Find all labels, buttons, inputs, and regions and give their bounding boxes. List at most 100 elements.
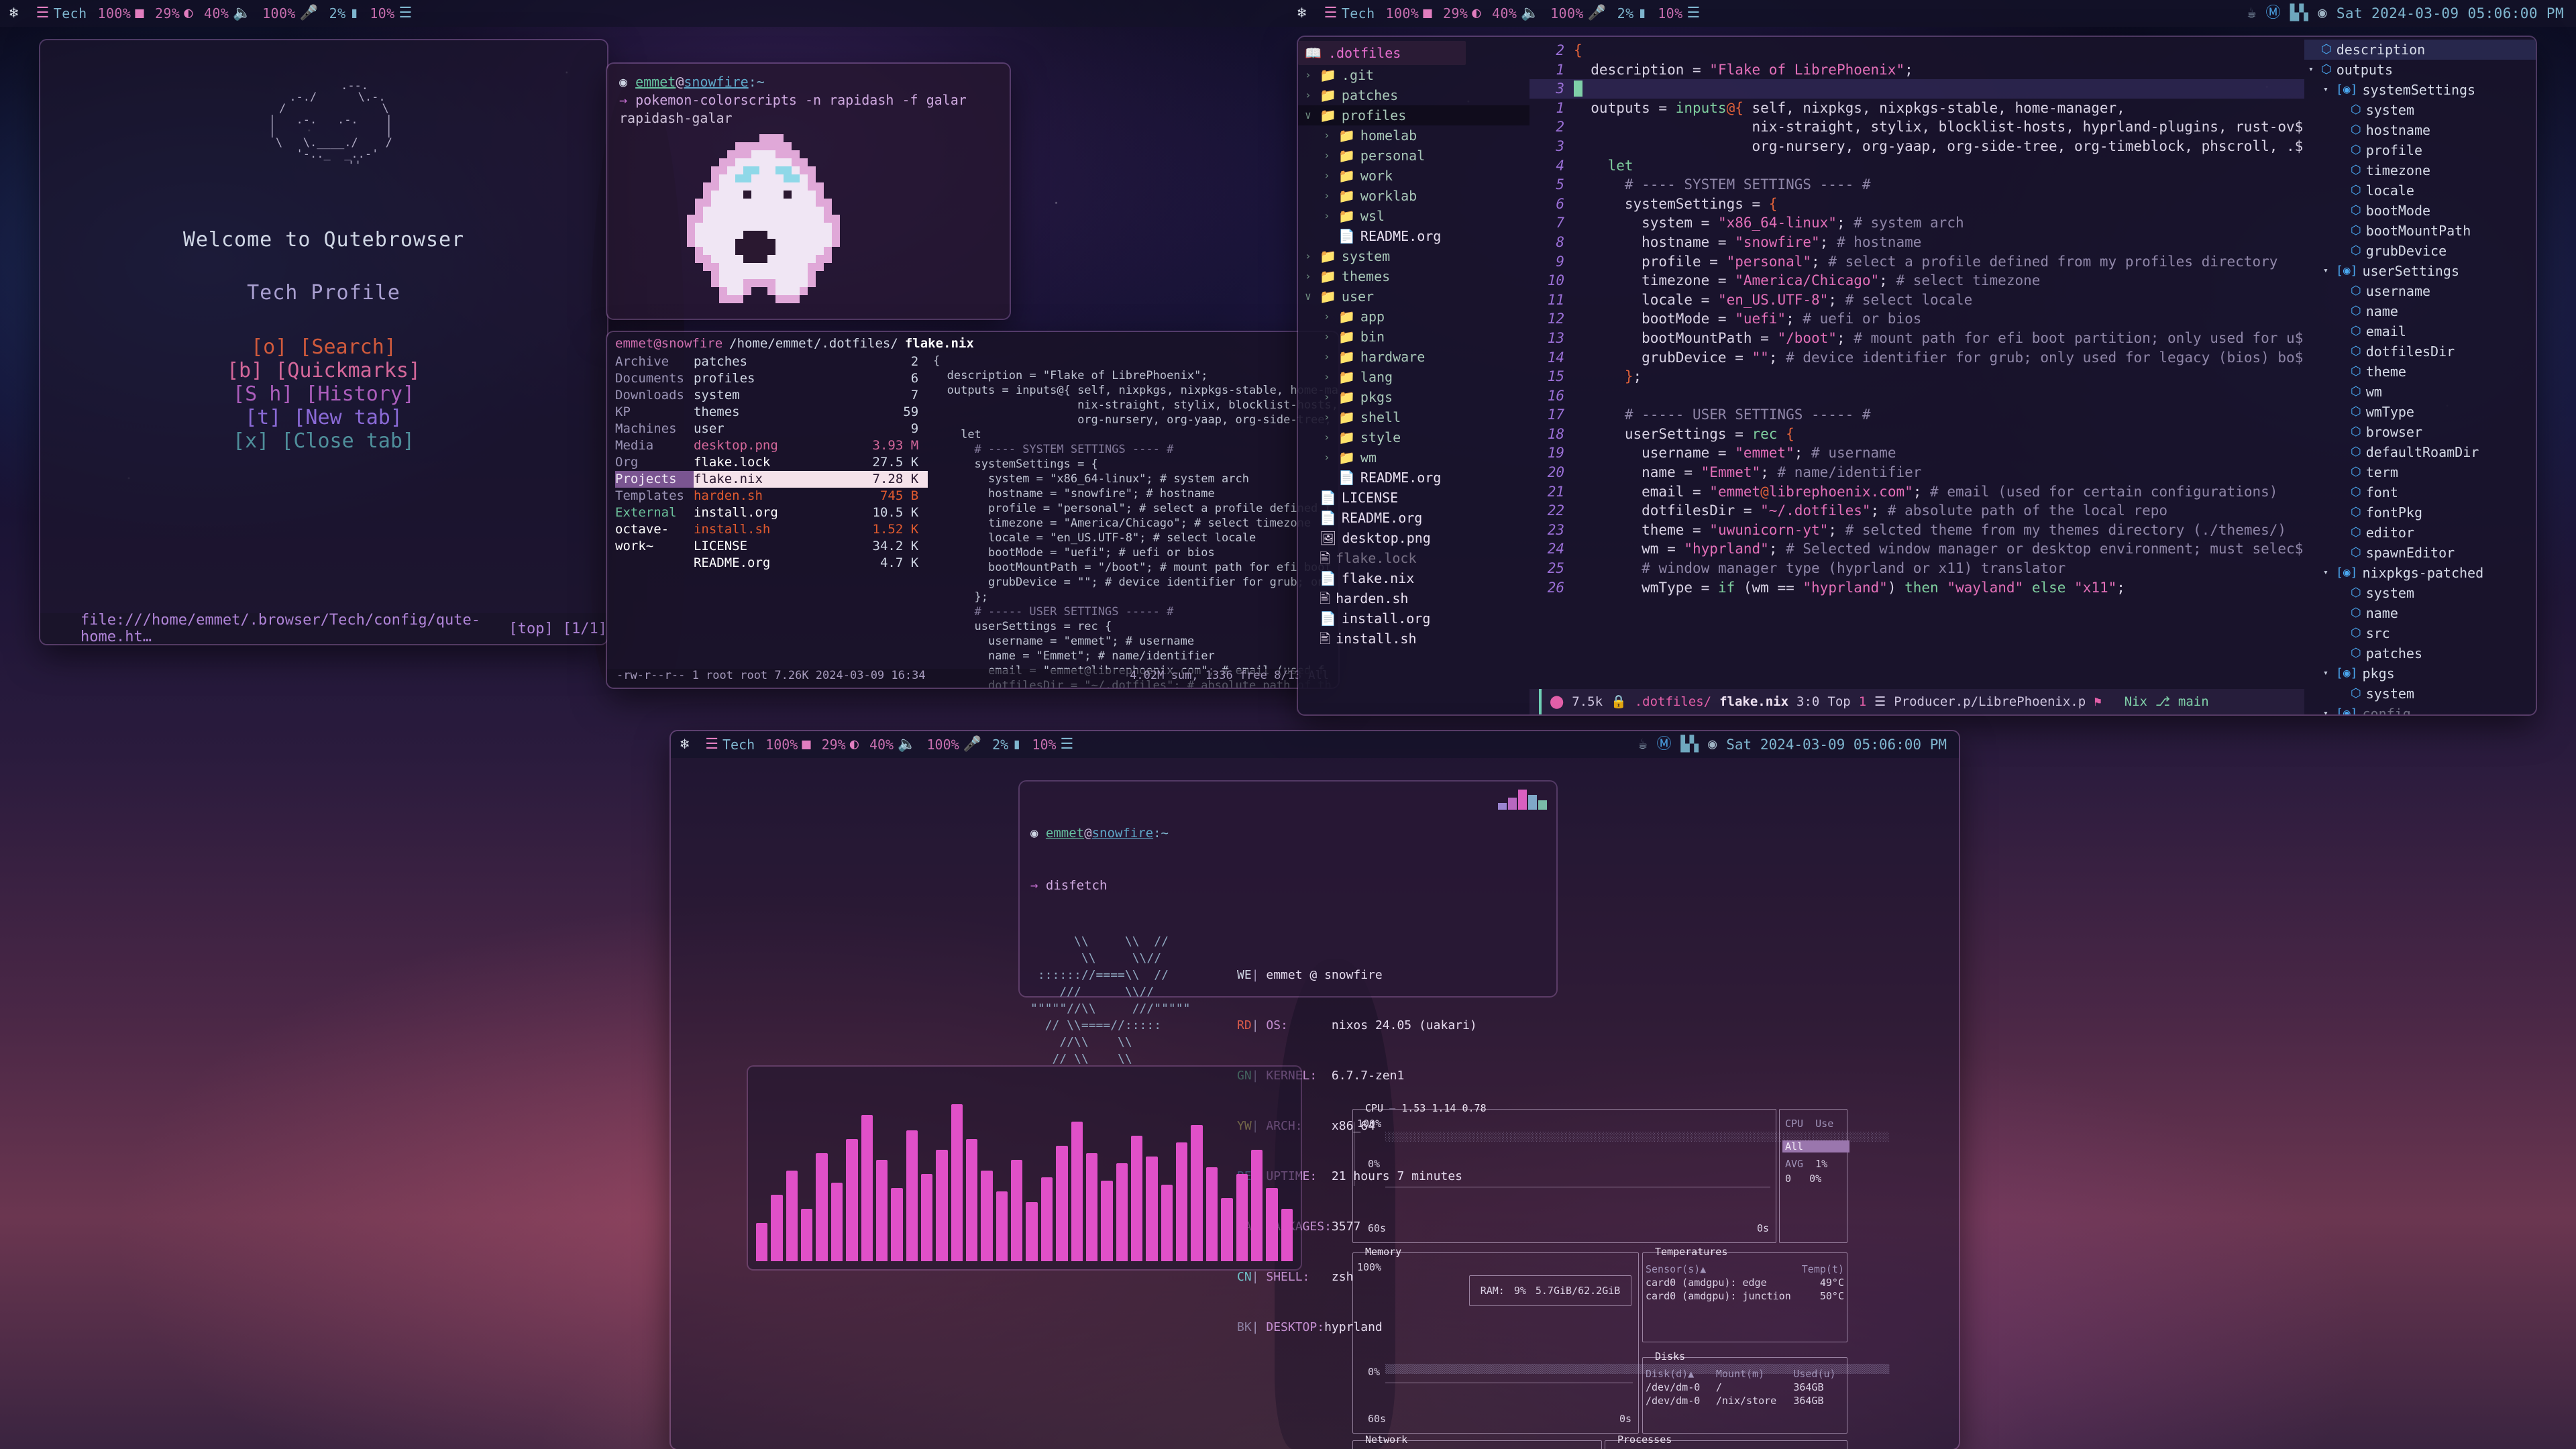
treemacs-item-readme-org[interactable]: 📄 README.org [1298, 226, 1529, 246]
ranger-parent-item[interactable]: Projects [615, 471, 694, 488]
outline-item-email[interactable]: ⬡ email [2304, 321, 2536, 341]
ranger-parent-item[interactable]: KP [615, 404, 694, 421]
treemacs-item-install-org[interactable]: 📄 install.org [1298, 608, 1529, 629]
outline-item-profile[interactable]: ⬡ profile [2304, 140, 2536, 160]
outline-item-term[interactable]: ⬡ term [2304, 462, 2536, 482]
workspace-label[interactable]: Tech [54, 5, 87, 21]
snowflake-icon-3[interactable]: ❄ [680, 737, 689, 752]
ranger-file-item[interactable]: README.org 4.7 K [694, 555, 928, 572]
outline-item-name[interactable]: ⬡ name [2304, 301, 2536, 321]
bluetooth-icon-3[interactable]: Ⓜ [1657, 737, 1672, 752]
treemacs-item-user[interactable]: ∨ 📁 user [1298, 286, 1529, 307]
outline-item-description[interactable]: ⬡ description [2304, 40, 2536, 60]
snowflake-icon-2[interactable]: ❄ [1297, 6, 1307, 21]
outline-item-dotfilesdir[interactable]: ⬡ dotfilesDir [2304, 341, 2536, 362]
chevron-down-icon[interactable]: ∨ [1305, 105, 1314, 125]
ranger-parent-item[interactable]: Documents [615, 370, 694, 387]
chevron-right-icon[interactable]: › [1305, 246, 1314, 266]
treemacs-item-hardware[interactable]: › 📁 hardware [1298, 347, 1529, 367]
chevron-right-icon[interactable]: › [1305, 85, 1314, 105]
treemacs-item-license[interactable]: 📄 LICENSE [1298, 488, 1529, 508]
chevron-right-icon[interactable]: › [1324, 166, 1333, 186]
ranger-file-item[interactable]: LICENSE 34.2 K [694, 538, 928, 555]
col-header[interactable]: Temp(t) [1798, 1263, 1847, 1276]
chevron-right-icon[interactable]: › [1324, 387, 1333, 407]
col-header[interactable]: Mount(m) [1713, 1367, 1790, 1381]
outline-item-bootmode[interactable]: ⬡ bootMode [2304, 201, 2536, 221]
outline-item-fontpkg[interactable]: ⬡ fontPkg [2304, 502, 2536, 523]
treemacs-item-wsl[interactable]: › 📁 wsl [1298, 206, 1529, 226]
emacs-treemacs-sidebar[interactable]: 📖 .dotfiles › 📁 .git › 📁 patches ∨ 📁 profiles › 📁 h… [1298, 37, 1529, 714]
disc-icon-2[interactable]: ◉ [2318, 6, 2327, 21]
treemacs-item--git[interactable]: › 📁 .git [1298, 65, 1529, 85]
treemacs-item-work[interactable]: › 📁 work [1298, 166, 1529, 186]
btop-cpu-row-all[interactable]: All [1782, 1140, 1849, 1152]
col-header[interactable]: Used(u) [1790, 1367, 1847, 1381]
outline-item-wmtype[interactable]: ⬡ wmType [2304, 402, 2536, 422]
btop-system-monitor[interactable]: CPU — 1.53 1.14 0.78 100% 0% ░░░░░░░░░░░… [1348, 1097, 1889, 1449]
no-coffee-icon-2[interactable]: ☕ [2247, 6, 2257, 21]
chevron-right-icon[interactable]: › [1324, 447, 1333, 468]
hamburger-icon-3[interactable]: ☰ [1061, 737, 1074, 752]
hamburger-icon-2[interactable]: ☰ [1687, 6, 1701, 21]
treemacs-item-harden-sh[interactable]: 🖹 harden.sh [1298, 588, 1529, 608]
ranger-file-item[interactable]: system 7 [694, 387, 928, 404]
treemacs-item-style[interactable]: › 📁 style [1298, 427, 1529, 447]
ranger-current-column[interactable]: patches 2 profiles 6 system 7 themes 59 user 9 des… [693, 354, 928, 688]
ranger-parent-item[interactable]: External [615, 504, 694, 521]
chevron-right-icon[interactable]: › [1324, 146, 1333, 166]
ranger-parent-item[interactable]: Downloads [615, 387, 694, 404]
workspace-label-2[interactable]: Tech [1342, 5, 1375, 21]
treemacs-item-personal[interactable]: › 📁 personal [1298, 146, 1529, 166]
outline-item-bootmountpath[interactable]: ⬡ bootMountPath [2304, 221, 2536, 241]
chevron-right-icon[interactable]: › [1324, 327, 1333, 347]
treemacs-item-readme-org[interactable]: 📄 README.org [1298, 508, 1529, 528]
outline-item-timezone[interactable]: ⬡ timezone [2304, 160, 2536, 180]
snowflake-icon[interactable]: ❄ [9, 6, 19, 21]
secondary-status-bar[interactable]: ❄ ☰ Tech 100% ■ 29% ◐ 40% 🔈 100% 🎤 2% ▮ 10% ☰ … [671, 731, 1959, 758]
disc-icon-3[interactable]: ◉ [1708, 737, 1717, 752]
status-bar-secondary[interactable]: ❄ ☰ Tech 100% ■ 29% ◐ 40% 🔈 100% 🎤 2% ▮ … [1288, 0, 2576, 27]
treemacs-item-flake-nix[interactable]: 📄 flake.nix [1298, 568, 1529, 588]
outline-item-grubdevice[interactable]: ⬡ grubDevice [2304, 241, 2536, 261]
chevron-down-icon[interactable]: ▾ [2323, 80, 2331, 100]
pokemon-terminal-window[interactable]: ◉ emmet@snowfire:~ → pokemon-colorscript… [607, 64, 1010, 319]
outline-item-username[interactable]: ⬡ username [2304, 281, 2536, 301]
treemacs-item-homelab[interactable]: › 📁 homelab [1298, 125, 1529, 146]
network-signal-icon-2[interactable]: ▙▚ [2290, 6, 2308, 21]
ranger-file-manager-window[interactable]: emmet@snowfire /home/emmet/.dotfiles/ fl… [607, 332, 1338, 688]
secondary-desktop-window[interactable]: ❄ ☰ Tech 100% ■ 29% ◐ 40% 🔈 100% 🎤 2% ▮ 10% ☰ … [671, 731, 1959, 1449]
chevron-down-icon[interactable]: ▾ [2323, 663, 2331, 684]
ranger-file-item[interactable]: themes 59 [694, 404, 928, 421]
ranger-parent-item[interactable]: Archive [615, 354, 694, 370]
ranger-file-item[interactable]: profiles 6 [694, 370, 928, 387]
ranger-file-item[interactable]: install.sh 1.52 K [694, 521, 928, 538]
chevron-right-icon[interactable]: › [1324, 427, 1333, 447]
outline-item-system[interactable]: ⬡ system [2304, 684, 2536, 704]
outline-item-pkgs[interactable]: ▾ [◉] pkgs [2304, 663, 2536, 684]
ranger-parent-item[interactable]: octave-work~ [615, 521, 694, 555]
outline-item-font[interactable]: ⬡ font [2304, 482, 2536, 502]
outline-item-outputs[interactable]: ▾ ⬡ outputs [2304, 60, 2536, 80]
treemacs-project-title[interactable]: 📖 .dotfiles [1298, 41, 1466, 65]
ranger-parent-item[interactable]: Templates [615, 488, 694, 504]
chevron-down-icon[interactable]: ▾ [2323, 261, 2331, 281]
chevron-right-icon[interactable]: › [1324, 206, 1333, 226]
ranger-file-item[interactable]: flake.lock 27.5 K [694, 454, 928, 471]
treemacs-item-desktop-png[interactable]: 🖼 desktop.png [1298, 528, 1529, 548]
treemacs-item-wm[interactable]: › 📁 wm [1298, 447, 1529, 468]
workspace-label-3[interactable]: Tech [722, 737, 755, 753]
bluetooth-icon-2[interactable]: Ⓜ [2266, 6, 2281, 21]
hamburger-icon[interactable]: ☰ [399, 6, 413, 21]
treemacs-item-install-sh[interactable]: 🖹 install.sh [1298, 629, 1529, 649]
outline-item-systemsettings[interactable]: ▾ [◉] systemSettings [2304, 80, 2536, 100]
outline-item-defaultroamdir[interactable]: ⬡ defaultRoamDir [2304, 442, 2536, 462]
qutebrowser-window[interactable]: .--. .-./ \.-. / \ | .-. .-. | | | \ \._… [40, 40, 607, 644]
treemacs-item-app[interactable]: › 📁 app [1298, 307, 1529, 327]
ranger-parent-item[interactable]: Org [615, 454, 694, 471]
treemacs-item-pkgs[interactable]: › 📁 pkgs [1298, 387, 1529, 407]
outline-item-nixpkgs-patched[interactable]: ▾ [◉] nixpkgs-patched [2304, 563, 2536, 583]
outline-item-config[interactable]: ▾ [◉] config [2304, 704, 2536, 714]
chevron-right-icon[interactable]: › [1324, 367, 1333, 387]
ranger-parent-item[interactable]: Media [615, 437, 694, 454]
